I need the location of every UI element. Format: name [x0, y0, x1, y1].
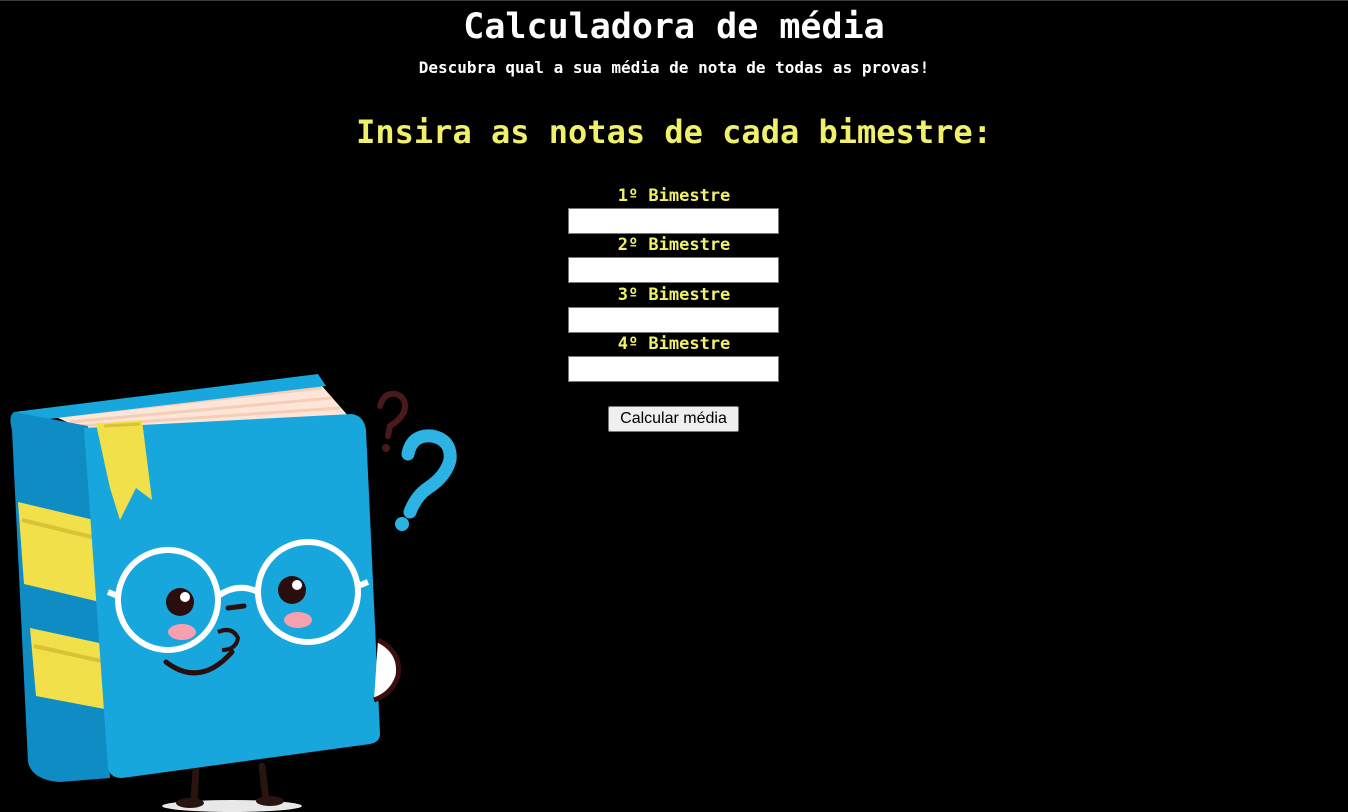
grade-input-bimestre-3[interactable] [568, 307, 779, 333]
grade-input-bimestre-2[interactable] [568, 257, 779, 283]
left-eye [166, 588, 194, 616]
field-label-bimestre-1: 1º Bimestre [617, 186, 731, 206]
question-mark-dark-icon [377, 390, 408, 452]
question-mark-blue-icon [395, 429, 457, 531]
right-eye [278, 576, 306, 604]
grade-input-bimestre-4[interactable] [568, 356, 779, 382]
field-label-bimestre-4: 4º Bimestre [617, 334, 731, 354]
page-subtitle: Descubra qual a sua média de nota de tod… [418, 58, 930, 77]
calculate-average-button[interactable]: Calcular média [608, 406, 739, 432]
page-title: Calculadora de média [463, 7, 885, 47]
field-label-bimestre-3: 3º Bimestre [617, 285, 731, 305]
side-hand-shape [373, 637, 402, 703]
top-border [0, 0, 1348, 1]
form-heading: Insira as notas de cada bimestre: [356, 113, 992, 151]
legs-shape [190, 762, 270, 806]
book-mascot-illustration [10, 374, 457, 812]
field-label-bimestre-2: 2º Bimestre [617, 235, 731, 255]
grade-input-bimestre-1[interactable] [568, 208, 779, 234]
